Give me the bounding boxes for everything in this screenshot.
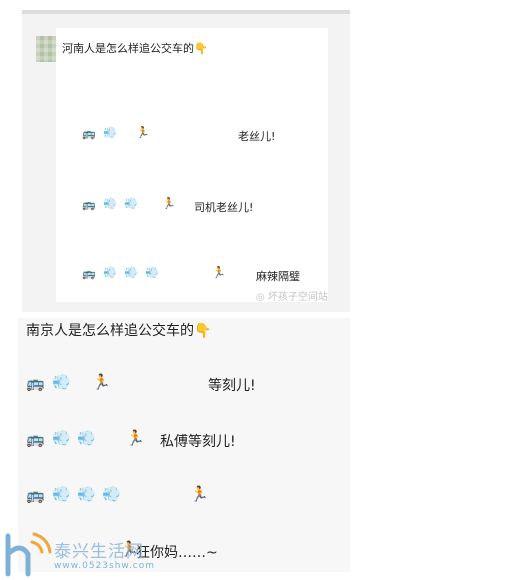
- dash-puff-icon: 💨: [77, 429, 96, 447]
- bus-icon: 🚌: [82, 198, 96, 211]
- dash-puff-icon: 💨: [124, 197, 138, 210]
- top-divider: [22, 10, 350, 14]
- dash-puff-icon: 💨: [52, 373, 71, 391]
- wechat-icon: ◎: [256, 292, 268, 303]
- runner-icon: 🏃: [136, 126, 150, 139]
- top-row-1-text: 老丝儿!: [238, 130, 276, 143]
- bottom-post-title: 南京人是怎么样追公交车的👇: [26, 323, 212, 339]
- bottom-row-2-text: 私傅等刻儿!: [160, 434, 236, 450]
- dash-puff-icon: 💨: [52, 485, 71, 503]
- top-row-3-text: 麻辣隔璧: [256, 270, 300, 283]
- top-message-bubble: [56, 28, 328, 302]
- runner-icon: 🏃: [190, 485, 209, 503]
- bus-icon: 🚌: [26, 430, 45, 448]
- site-logo-name: 泰兴生活网: [54, 542, 144, 562]
- bus-icon: 🚌: [26, 374, 45, 392]
- bus-icon: 🚌: [26, 486, 45, 504]
- top-post-title: 河南人是怎么样追公交车的👇: [62, 42, 208, 55]
- runner-icon: 🏃: [126, 429, 145, 447]
- bottom-row-1-text: 等刻儿!: [208, 378, 256, 394]
- pointing-down-icon: 👇: [194, 42, 208, 55]
- bottom-row-4-text: 狂你妈……~: [136, 545, 218, 561]
- bus-icon: 🚌: [82, 127, 96, 140]
- source-watermark: ◎ 坏孩子空间站: [256, 292, 328, 303]
- site-logo-url[interactable]: www.0523shw.com: [54, 561, 155, 571]
- bus-icon: 🚌: [82, 267, 96, 280]
- dash-puff-icon: 💨: [103, 266, 117, 279]
- site-logo: [5, 532, 52, 577]
- top-row-2-text: 司机老丝儿!: [194, 201, 254, 214]
- runner-icon: 🏃: [92, 373, 111, 391]
- dash-puff-icon: 💨: [124, 266, 138, 279]
- dash-puff-icon: 💨: [77, 485, 96, 503]
- dash-puff-icon: 💨: [103, 197, 117, 210]
- pointing-down-icon: 👇: [194, 323, 212, 339]
- runner-icon: 🏃: [212, 266, 226, 279]
- dash-puff-icon: 💨: [145, 266, 159, 279]
- dash-puff-icon: 💨: [102, 485, 121, 503]
- runner-icon: 🏃: [162, 197, 176, 210]
- dash-puff-icon: 💨: [103, 126, 117, 139]
- dash-puff-icon: 💨: [52, 429, 71, 447]
